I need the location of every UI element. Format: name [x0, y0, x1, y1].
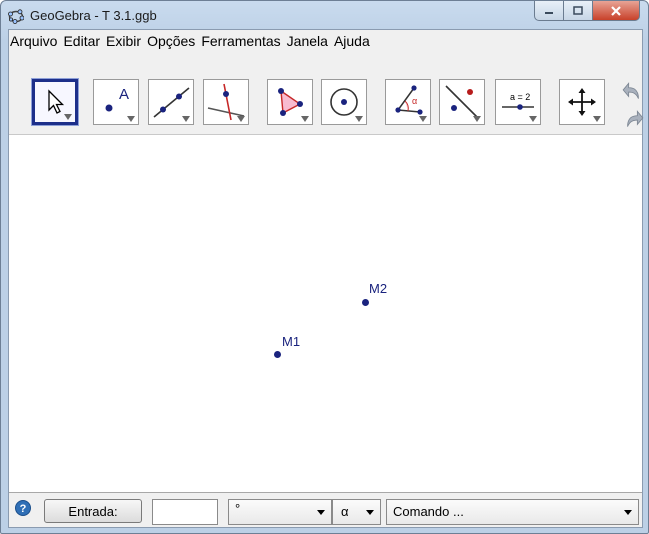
chevron-down-icon	[366, 510, 374, 515]
menu-editar[interactable]: Editar	[60, 33, 103, 49]
window-controls	[534, 1, 640, 21]
client-area: Arquivo Editar Exibir Opções Ferramentas…	[8, 29, 645, 528]
graphics-view[interactable]: M2 M1	[9, 134, 642, 493]
symbol-combo-value: °	[235, 501, 241, 516]
svg-text:?: ?	[20, 503, 27, 515]
polygon-tool-button[interactable]	[267, 79, 313, 125]
menu-arquivo[interactable]: Arquivo	[9, 33, 60, 49]
app-window: GeoGebra - T 3.1.ggb Arquivo Editar Exib…	[0, 0, 649, 534]
circle-tool-button[interactable]	[321, 79, 367, 125]
command-combo-value: Comando ...	[393, 504, 464, 519]
undo-icon[interactable]	[621, 79, 645, 103]
point-m2[interactable]	[362, 299, 369, 306]
menu-opcoes[interactable]: Opções	[144, 33, 198, 49]
minimize-icon	[545, 11, 553, 14]
symbol-combo[interactable]: °	[228, 499, 332, 525]
menu-janela[interactable]: Janela	[284, 33, 331, 49]
command-combo[interactable]: Comando ...	[386, 499, 639, 525]
input-bar: ? Entrada: ° α Comando ...	[9, 493, 642, 526]
move-view-tool-button[interactable]	[559, 79, 605, 125]
entrada-input[interactable]	[152, 499, 218, 525]
toolbar: A α a = 2	[9, 51, 645, 132]
greek-combo[interactable]: α	[332, 499, 381, 525]
greek-combo-value: α	[341, 504, 349, 519]
perpendicular-tool-button[interactable]	[203, 79, 249, 125]
slider-tool-button[interactable]: a = 2	[495, 79, 541, 125]
point-label: M2	[369, 281, 388, 296]
svg-text:α: α	[412, 96, 417, 106]
maximize-icon	[573, 5, 583, 15]
close-icon	[611, 5, 621, 16]
help-icon[interactable]: ?	[15, 500, 31, 516]
menu-exibir[interactable]: Exibir	[103, 33, 144, 49]
reflect-tool-button[interactable]	[439, 79, 485, 125]
point-tool-button[interactable]: A	[93, 79, 139, 125]
minimize-button[interactable]	[534, 1, 564, 21]
entrada-button[interactable]: Entrada:	[44, 499, 142, 523]
geogebra-app-icon	[8, 9, 24, 24]
chevron-down-icon	[624, 510, 632, 515]
window-title: GeoGebra - T 3.1.ggb	[30, 8, 157, 23]
menu-ferramentas[interactable]: Ferramentas	[198, 33, 283, 49]
menu-bar: Arquivo Editar Exibir Opções Ferramentas…	[9, 30, 642, 51]
chevron-down-icon	[317, 510, 325, 515]
point-m1[interactable]	[274, 351, 281, 358]
title-bar[interactable]: GeoGebra - T 3.1.ggb	[1, 1, 648, 29]
svg-text:a = 2: a = 2	[510, 92, 530, 102]
redo-icon[interactable]	[621, 107, 645, 131]
menu-ajuda[interactable]: Ajuda	[331, 33, 373, 49]
line-tool-button[interactable]	[148, 79, 194, 125]
close-button[interactable]	[593, 1, 640, 21]
svg-text:A: A	[119, 86, 129, 103]
point-label: M1	[282, 334, 301, 349]
maximize-button[interactable]	[564, 1, 593, 21]
angle-tool-button[interactable]: α	[385, 79, 431, 125]
move-tool-button[interactable]	[31, 78, 79, 126]
